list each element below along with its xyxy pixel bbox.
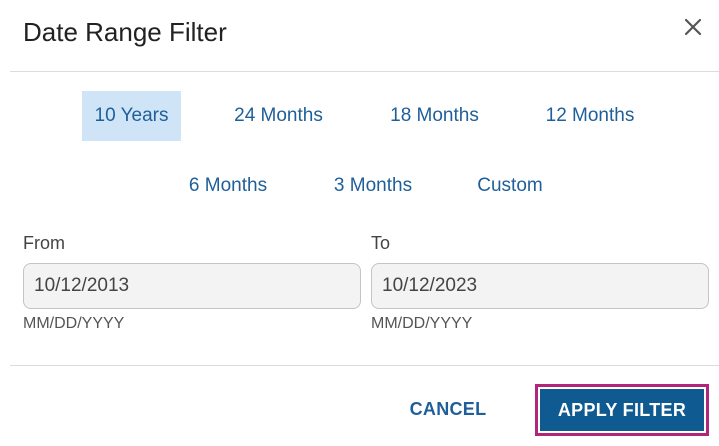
- preset-3-months[interactable]: 3 Months: [321, 161, 425, 211]
- preset-12-months[interactable]: 12 Months: [532, 91, 648, 141]
- date-range-filter-dialog: Date Range Filter 10 Years 24 Months 18 …: [0, 0, 719, 446]
- cancel-button[interactable]: CANCEL: [398, 387, 498, 431]
- from-format-hint: MM/DD/YYYY: [23, 315, 125, 332]
- close-icon: [684, 18, 702, 36]
- preset-10-years[interactable]: 10 Years: [82, 91, 181, 141]
- preset-24-months[interactable]: 24 Months: [221, 91, 336, 141]
- dialog-title: Date Range Filter: [23, 17, 227, 47]
- from-label: From: [23, 233, 65, 253]
- preset-6-months[interactable]: 6 Months: [176, 161, 280, 211]
- to-label: To: [371, 233, 391, 253]
- footer-divider: [10, 365, 719, 366]
- apply-filter-button[interactable]: APPLY FILTER: [540, 389, 704, 431]
- apply-filter-highlight: APPLY FILTER: [535, 384, 709, 436]
- close-button[interactable]: [676, 10, 710, 44]
- preset-custom[interactable]: Custom: [465, 161, 555, 211]
- to-date-input[interactable]: [371, 263, 709, 309]
- to-format-hint: MM/DD/YYYY: [371, 315, 473, 332]
- header-divider: [10, 71, 719, 72]
- from-date-input[interactable]: [23, 263, 361, 309]
- preset-18-months[interactable]: 18 Months: [377, 91, 492, 141]
